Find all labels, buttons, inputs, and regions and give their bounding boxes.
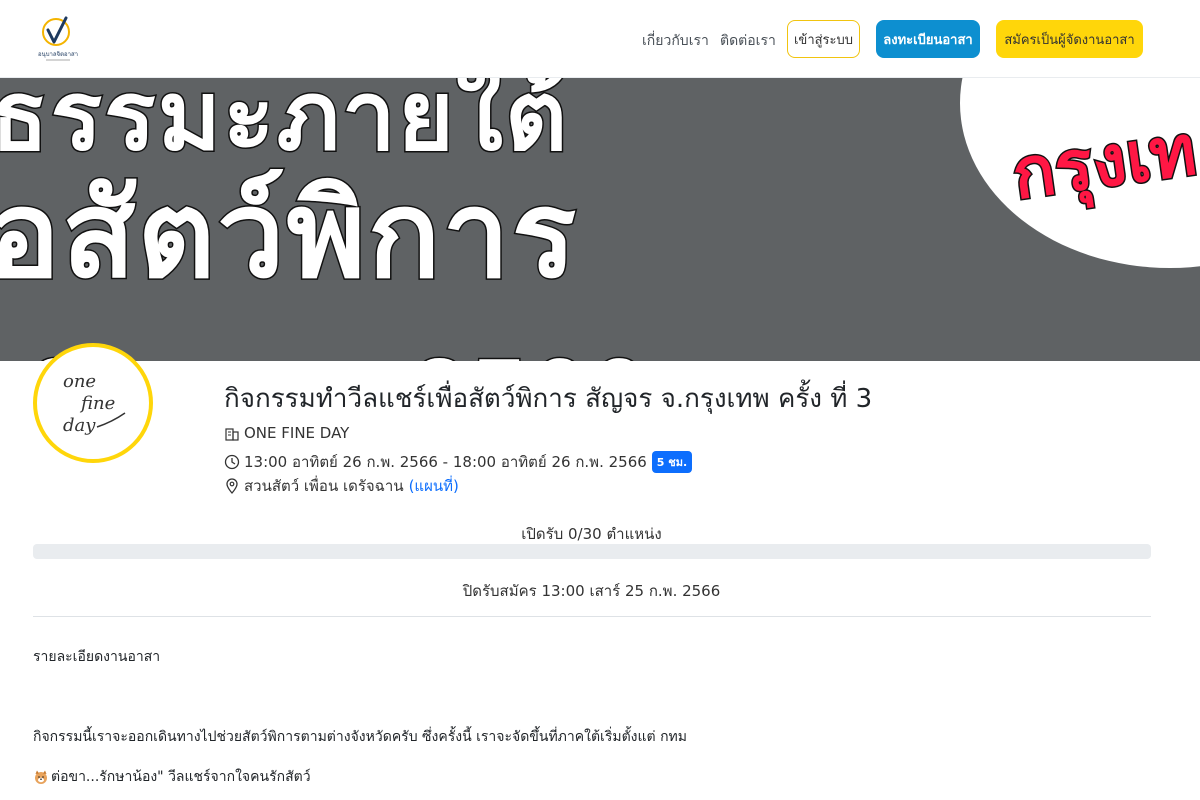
organizer-row: ONE FINE DAY (224, 424, 349, 442)
navbar: อนุบาลจิตอาสา เกี่ยวกับเรา ติดต่อเรา เข้… (0, 0, 1200, 78)
details-paragraph-2: ต่อขา...รักษาน้อง" วีลแชร์จากใจคนรักสัตว… (51, 769, 311, 785)
one-fine-day-logo: one fine day (63, 371, 126, 436)
event-title: กิจกรรมทำวีลแชร์เพื่อสัตว์พิการ สัญจร จ.… (224, 384, 873, 414)
clock-icon (224, 454, 240, 470)
slots-text: เปิดรับ 0/30 ตำแหน่ง (521, 525, 662, 543)
nav-about-link[interactable]: เกี่ยวกับเรา (642, 30, 709, 52)
nav-contact-link[interactable]: ติดต่อเรา (720, 30, 776, 52)
organizer-name[interactable]: ONE FINE DAY (244, 424, 349, 442)
event-banner: ธรรมะภายใต้ อสัตว์พิการ 26 ก.พ. 2566 กรุ… (0, 78, 1200, 361)
building-icon (225, 428, 239, 441)
register-volunteer-button[interactable]: ลงทะเบียนอาสา (876, 20, 980, 58)
event-time: 13:00 อาทิตย์ 26 ก.พ. 2566 - 18:00 อาทิต… (244, 453, 647, 471)
slots-progress-bar (33, 544, 1151, 559)
apply-organizer-button[interactable]: สมัครเป็นผู้จัดงานอาสา (996, 20, 1143, 58)
event-place: สวนสัตว์ เพื่อน เดรัจฉาน (244, 477, 404, 495)
login-button[interactable]: เข้าสู่ระบบ (787, 20, 860, 58)
registration-deadline: ปิดรับสมัคร 13:00 เสาร์ 25 ก.พ. 2566 (462, 582, 721, 600)
banner-line-2: อสัตว์พิการ (0, 167, 579, 304)
details-heading: รายละเอียดงานอาสา (33, 649, 161, 665)
logo-text: อนุบาลจิตอาสา (38, 51, 78, 58)
organizer-avatar[interactable]: one fine day (33, 343, 153, 463)
details-paragraph-2-row: ต่อขา...รักษาน้อง" วีลแชร์จากใจคนรักสัตว… (33, 766, 311, 788)
time-row: 13:00 อาทิตย์ 26 ก.พ. 2566 - 18:00 อาทิต… (224, 450, 693, 474)
logo-icon: อนุบาลจิตอาสา (38, 16, 78, 61)
avatar-text-2: fine (79, 393, 115, 414)
avatar-text-3: day (63, 415, 96, 436)
avatar-text-1: one (63, 371, 96, 392)
site-logo[interactable]: อนุบาลจิตอาสา (36, 14, 80, 62)
map-link[interactable]: (แผนที่) (409, 474, 459, 498)
map-pin-icon (226, 478, 238, 494)
place-row: สวนสัตว์ เพื่อน เดรัจฉาน (แผนที่) (224, 474, 459, 498)
duration-badge: 5 ชม. (651, 451, 693, 473)
details-paragraph-1: กิจกรรมนี้เราจะออกเดินทางไปช่วยสัตว์พิกา… (33, 729, 688, 745)
divider (33, 616, 1151, 617)
dog-face-icon (35, 770, 47, 784)
